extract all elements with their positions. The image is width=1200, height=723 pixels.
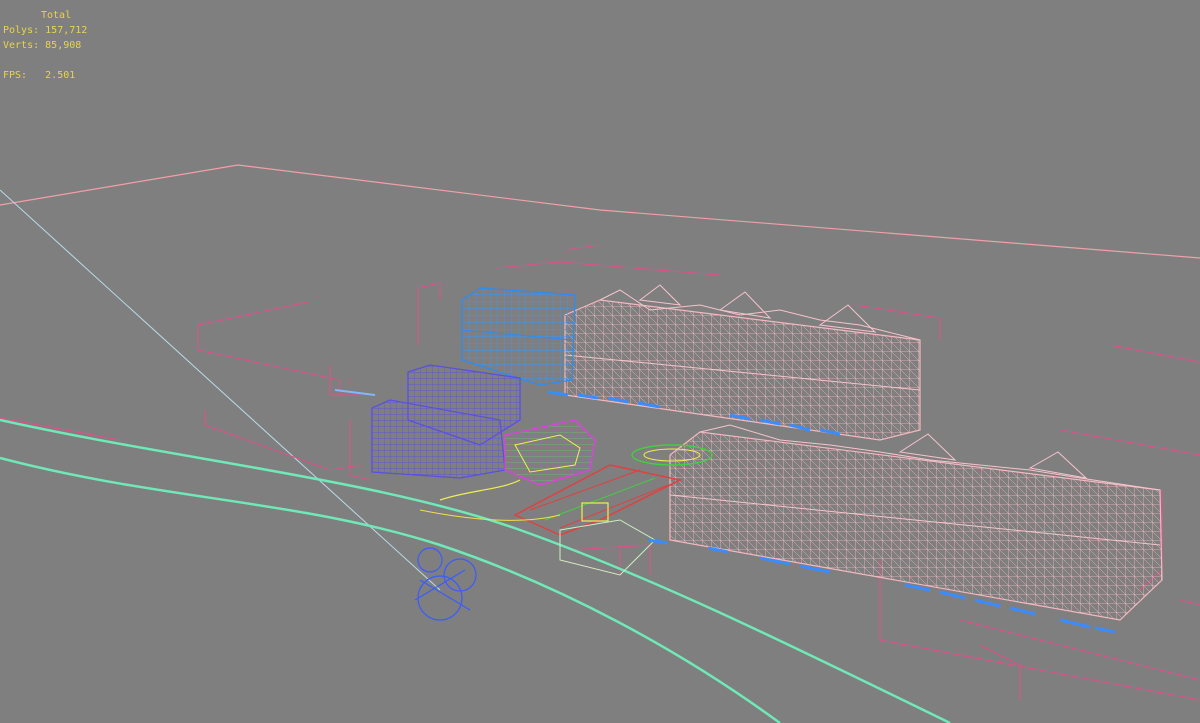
verts-label: Verts: xyxy=(3,40,40,51)
3d-viewport[interactable]: Total Polys: 157,712 Verts: 85,908 FPS: … xyxy=(0,0,1200,723)
polys-value: 157,712 xyxy=(45,25,88,36)
verts-value: 85,908 xyxy=(45,40,82,51)
stats-polys: Polys: 157,712 xyxy=(3,23,87,38)
helper-objects xyxy=(414,547,477,621)
townhouse-row-front xyxy=(669,424,1163,621)
camera-target-line xyxy=(0,189,441,591)
blue-building xyxy=(461,287,576,386)
fps-label: FPS: xyxy=(3,70,28,81)
polys-label: Polys: xyxy=(3,25,40,36)
stats-fps: FPS: 2.501 xyxy=(3,68,87,83)
central-pavilion xyxy=(504,419,596,486)
stats-title: Total xyxy=(41,10,72,21)
viewport-statistics: Total Polys: 157,712 Verts: 85,908 FPS: … xyxy=(3,8,87,83)
fps-value: 2.501 xyxy=(45,70,76,81)
violet-building xyxy=(371,364,521,479)
stats-verts: Verts: 85,908 xyxy=(3,38,87,53)
stats-gap xyxy=(3,53,87,68)
wireframe-scene[interactable] xyxy=(0,0,1200,723)
